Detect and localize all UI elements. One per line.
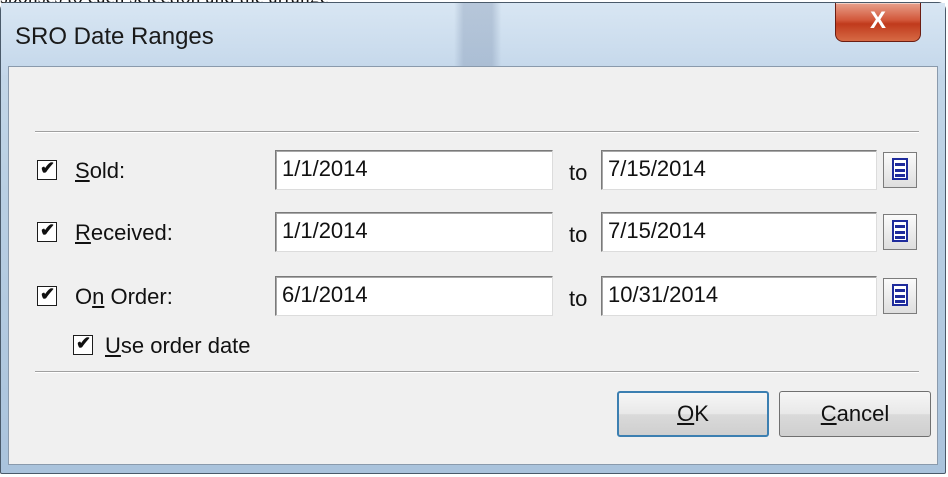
received-to-date-input[interactable]: 7/15/2014	[601, 212, 877, 252]
cancel-button[interactable]: Cancel	[779, 391, 931, 437]
dialog-window: SRO Date Ranges X ✔ Sold: 1/1/2014 to 7/…	[0, 2, 946, 474]
on-order-calendar-button[interactable]	[883, 278, 917, 314]
use-order-date-row: ✔ Use order date	[9, 325, 937, 375]
sold-to-label: to	[569, 160, 588, 185]
sold-to-date-input[interactable]: 7/15/2014	[601, 150, 877, 190]
sold-label: Sold:	[75, 158, 126, 183]
date-range-row-sold: ✔ Sold: 1/1/2014 to 7/15/2014	[9, 150, 937, 200]
received-label: Received:	[75, 220, 173, 245]
use-order-date-label: Use order date	[105, 333, 251, 358]
received-calendar-button[interactable]	[883, 214, 917, 250]
sold-checkbox[interactable]: ✔	[37, 158, 57, 180]
received-from-date-input[interactable]: 1/1/2014	[275, 212, 553, 252]
on-order-checkbox[interactable]: ✔	[37, 284, 57, 306]
on-order-to-label: to	[569, 286, 588, 311]
calendar-icon	[892, 284, 908, 306]
on-order-label: On Order:	[75, 284, 173, 309]
on-order-to-date-input[interactable]: 10/31/2014	[601, 276, 877, 316]
use-order-date-checkbox[interactable]: ✔	[73, 333, 93, 355]
calendar-icon	[892, 220, 908, 242]
received-to-label: to	[569, 222, 588, 247]
sold-calendar-button[interactable]	[883, 152, 917, 188]
checkmark-icon: ✔	[40, 220, 56, 240]
close-button[interactable]: X	[835, 3, 921, 42]
dialog-client-area: ✔ Sold: 1/1/2014 to 7/15/2014 ✔ Received…	[8, 66, 938, 465]
calendar-icon	[892, 158, 908, 180]
title-bar[interactable]: SRO Date Ranges X	[1, 3, 945, 75]
close-icon: X	[869, 7, 886, 34]
checkmark-icon: ✔	[40, 158, 56, 178]
date-range-row-on-order: ✔ On Order: 6/1/2014 to 10/31/2014	[9, 276, 937, 326]
ok-button[interactable]: OK	[617, 391, 769, 437]
date-range-row-received: ✔ Received: 1/1/2014 to 7/15/2014	[9, 212, 937, 262]
top-separator	[35, 131, 919, 133]
dialog-title: SRO Date Ranges	[15, 23, 214, 50]
checkmark-icon: ✔	[76, 333, 92, 353]
checkmark-icon: ✔	[40, 284, 56, 304]
received-checkbox[interactable]: ✔	[37, 220, 57, 242]
sold-from-date-input[interactable]: 1/1/2014	[275, 150, 553, 190]
on-order-from-date-input[interactable]: 6/1/2014	[275, 276, 553, 316]
bottom-separator	[35, 371, 919, 373]
